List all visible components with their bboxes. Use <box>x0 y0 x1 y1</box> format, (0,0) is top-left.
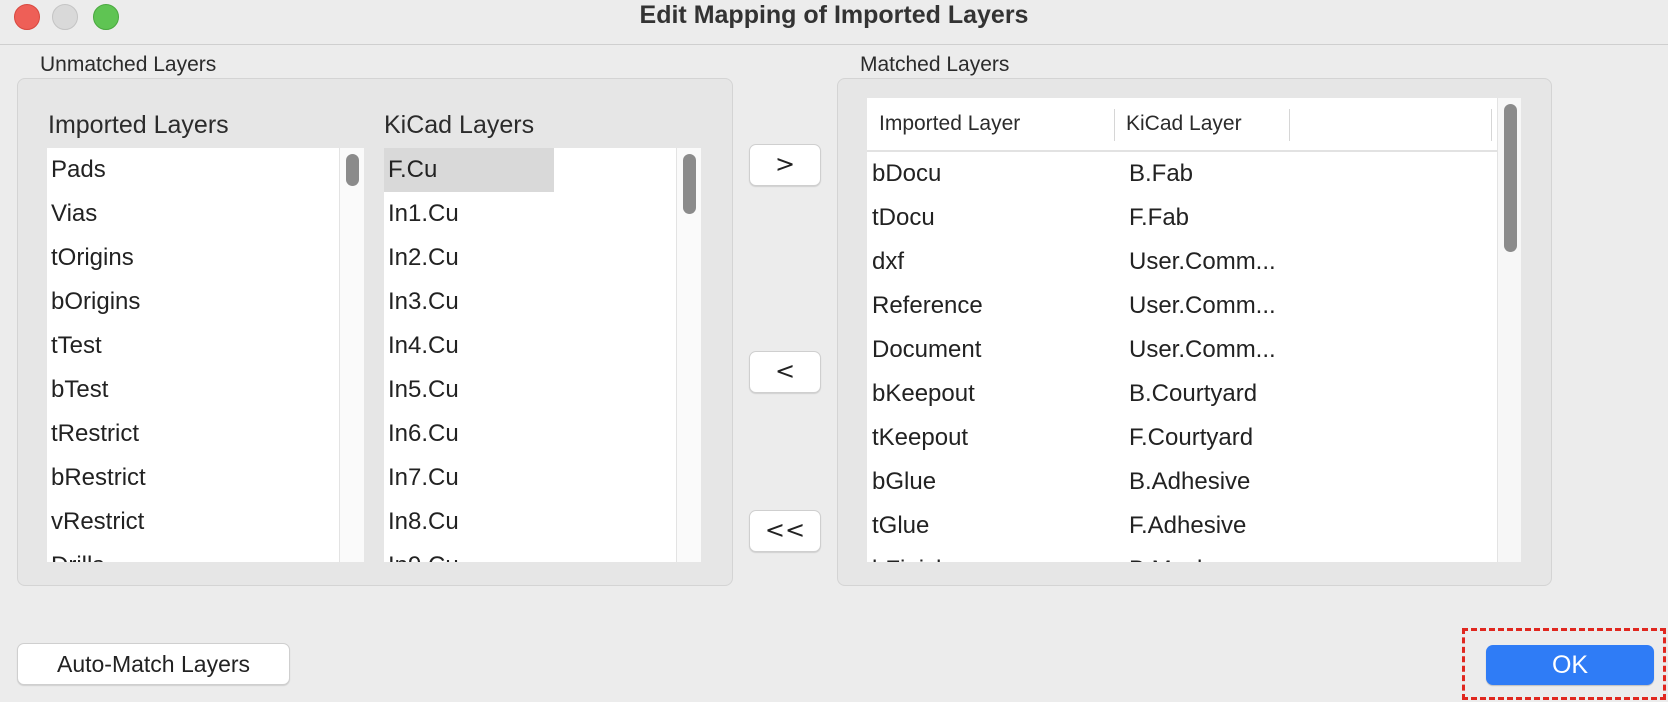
imported-layer-cell: Document <box>872 336 982 363</box>
table-row[interactable]: tGlue F.Adhesive <box>867 504 1521 548</box>
kicad-layer-cell: User.Comm... <box>1129 336 1276 363</box>
imported-layer-item[interactable]: vRestrict <box>47 500 364 544</box>
table-header: Imported Layer KiCad Layer <box>867 98 1521 152</box>
imported-layer-cell: tKeepout <box>872 424 969 451</box>
kicad-layer-item[interactable]: In3.Cu <box>384 280 701 324</box>
kicad-layer-cell: B.Fab <box>1129 160 1194 187</box>
imported-layer-cell: Reference <box>872 292 983 319</box>
add-mapping-button[interactable]: > <box>749 144 821 186</box>
table-row[interactable]: bFinish B.Mask <box>867 548 1521 562</box>
kicad-layer-cell: B.Adhesive <box>1129 468 1251 495</box>
table-body: bDocu B.Fab tDocu F.Fab dxf User.Comm... Refer… <box>867 152 1521 562</box>
imported-layers-list[interactable]: Pads Vias tOrigins bOrigins tTest bTest tRestr… <box>47 148 364 562</box>
kicad-layer-item[interactable]: In6.Cu <box>384 412 701 456</box>
table-row[interactable]: bKeepout B.Courtyard <box>867 372 1521 416</box>
table-row[interactable]: dxf User.Comm... <box>867 240 1521 284</box>
kicad-layers-header: KiCad Layers <box>384 111 535 139</box>
remove-all-mappings-button[interactable]: << <box>749 510 821 552</box>
imported-layer-cell: dxf <box>872 248 905 275</box>
table-row[interactable]: tDocu F.Fab <box>867 196 1521 240</box>
kicad-layer-cell: F.Fab <box>1129 204 1190 231</box>
unmatched-layers-label: Unmatched Layers <box>40 53 217 76</box>
imported-layer-cell: tDocu <box>872 204 935 231</box>
kicad-layer-cell: User.Comm... <box>1129 292 1276 319</box>
kicad-layer-cell: F.Adhesive <box>1129 512 1247 539</box>
imported-list-scrollbar[interactable] <box>339 148 364 562</box>
kicad-layer-item[interactable]: In9.Cu <box>384 544 701 562</box>
imported-layer-cell: bKeepout <box>872 380 975 407</box>
kicad-layers-list[interactable]: F.Cu In1.Cu In2.Cu In3.Cu In4.Cu In5.Cu In6.Cu… <box>384 148 701 562</box>
imported-layer-cell: bFinish <box>872 548 949 562</box>
kicad-layer-item[interactable]: In2.Cu <box>384 236 701 280</box>
remove-mapping-button[interactable]: < <box>749 351 821 393</box>
table-row[interactable]: Reference User.Comm... <box>867 284 1521 328</box>
kicad-layer-item[interactable]: In8.Cu <box>384 500 701 544</box>
imported-layer-item[interactable]: bTest <box>47 368 364 412</box>
matched-layers-label: Matched Layers <box>860 53 1010 76</box>
col-kicad-layer[interactable]: KiCad Layer <box>1126 98 1242 150</box>
kicad-layer-item[interactable]: F.Cu <box>384 148 554 192</box>
imported-layer-cell: bGlue <box>872 468 937 495</box>
matched-table-scrollbar[interactable] <box>1497 98 1521 562</box>
kicad-layer-item[interactable]: In5.Cu <box>384 368 701 412</box>
imported-layer-item[interactable]: tOrigins <box>47 236 364 280</box>
kicad-layer-item[interactable]: In4.Cu <box>384 324 701 368</box>
kicad-list-scrollbar[interactable] <box>676 148 701 562</box>
matched-table-scroll-thumb[interactable] <box>1504 104 1517 252</box>
kicad-layer-item[interactable]: In1.Cu <box>384 192 701 236</box>
imported-layer-item[interactable]: bRestrict <box>47 456 364 500</box>
kicad-layer-cell: User.Comm... <box>1129 248 1276 275</box>
column-divider <box>1491 109 1492 141</box>
kicad-list-scroll-thumb[interactable] <box>683 154 696 214</box>
kicad-layer-cell: B.Courtyard <box>1129 380 1258 407</box>
table-row[interactable]: bGlue B.Adhesive <box>867 460 1521 504</box>
ok-button[interactable]: OK <box>1486 645 1654 685</box>
imported-layer-cell: tGlue <box>872 512 930 539</box>
auto-match-layers-button[interactable]: Auto-Match Layers <box>17 643 290 685</box>
col-imported-layer[interactable]: Imported Layer <box>879 98 1020 150</box>
column-divider[interactable] <box>1289 109 1290 141</box>
imported-list-scroll-thumb[interactable] <box>346 154 359 186</box>
kicad-layer-cell: B.Mask <box>1129 548 1289 562</box>
column-divider[interactable] <box>1114 109 1115 141</box>
window-title: Edit Mapping of Imported Layers <box>639 1 1029 29</box>
imported-layers-header: Imported Layers <box>48 111 229 139</box>
kicad-layer-cell: F.Courtyard <box>1129 424 1254 451</box>
table-row[interactable]: bDocu B.Fab <box>867 152 1521 196</box>
matched-layers-panel: Imported Layer KiCad Layer bDocu B.Fab tDo… <box>837 78 1552 586</box>
title-bar: Edit Mapping of Imported Layers <box>0 0 1668 45</box>
kicad-layer-item[interactable]: In7.Cu <box>384 456 701 500</box>
table-row[interactable]: tKeepout F.Courtyard <box>867 416 1521 460</box>
imported-layer-item[interactable]: bOrigins <box>47 280 364 324</box>
imported-layer-item[interactable]: tRestrict <box>47 412 364 456</box>
imported-layer-cell: bDocu <box>872 160 942 187</box>
matched-layers-table[interactable]: Imported Layer KiCad Layer bDocu B.Fab tDo… <box>867 98 1521 562</box>
unmatched-layers-panel: Imported Layers KiCad Layers Pads Vias tOr… <box>17 78 733 586</box>
table-row[interactable]: Document User.Comm... <box>867 328 1521 372</box>
imported-layer-item[interactable]: Drills <box>47 544 364 562</box>
imported-layer-item[interactable]: Vias <box>47 192 364 236</box>
imported-layer-item[interactable]: Pads <box>47 148 364 192</box>
imported-layer-item[interactable]: tTest <box>47 324 364 368</box>
